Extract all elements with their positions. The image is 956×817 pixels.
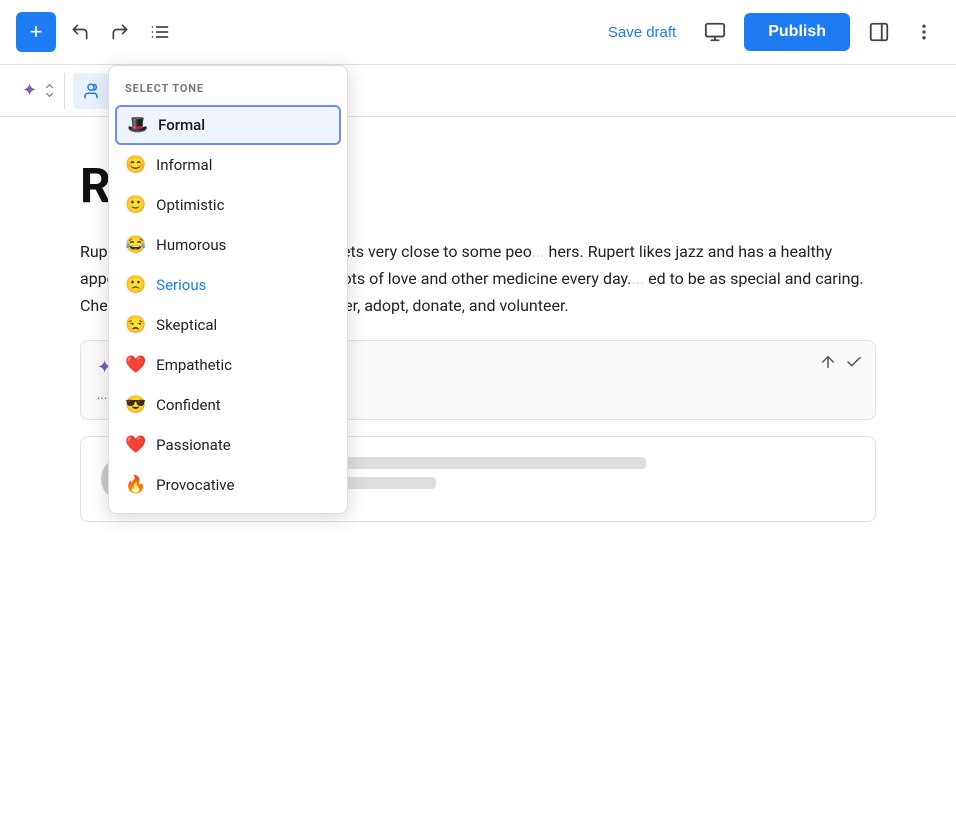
redo-button[interactable] bbox=[104, 16, 136, 48]
toolbar-left: + bbox=[16, 12, 590, 52]
tone-label-humorous: Humorous bbox=[156, 236, 226, 254]
tone-list: 🎩 Formal 😊 Informal 🙂 Optimistic 😂 Humorous 🙁 Ser… bbox=[109, 105, 347, 505]
tone-dropdown: SELECT TONE 🎩 Formal 😊 Informal 🙂 Optimistic 😂… bbox=[108, 65, 348, 514]
list-view-button[interactable] bbox=[144, 16, 176, 48]
ai-sparkle-button[interactable]: ✦ bbox=[16, 74, 43, 107]
tone-item-serious[interactable]: 🙁 Serious bbox=[109, 265, 347, 305]
check-icon bbox=[845, 353, 863, 371]
ai-upload-button[interactable] bbox=[819, 353, 837, 376]
ai-accept-button[interactable] bbox=[845, 353, 863, 376]
tone-label-optimistic: Optimistic bbox=[156, 196, 224, 214]
chevron-down-icon bbox=[46, 90, 53, 97]
sidebar-toggle-button[interactable] bbox=[862, 15, 896, 49]
tone-emoji-provocative: 🔥 bbox=[125, 475, 146, 495]
tone-emoji-formal: 🎩 bbox=[127, 115, 148, 135]
ai-persona-button[interactable] bbox=[73, 73, 109, 109]
more-options-button[interactable] bbox=[908, 16, 940, 48]
publish-button[interactable]: Publish bbox=[744, 13, 850, 51]
tone-label-passionate: Passionate bbox=[156, 436, 231, 454]
tone-item-informal[interactable]: 😊 Informal bbox=[109, 145, 347, 185]
tone-item-optimistic[interactable]: 🙂 Optimistic bbox=[109, 185, 347, 225]
tone-item-humorous[interactable]: 😂 Humorous bbox=[109, 225, 347, 265]
more-icon bbox=[914, 22, 934, 42]
tone-item-passionate[interactable]: ❤️ Passionate bbox=[109, 425, 347, 465]
person-wave-icon bbox=[82, 82, 100, 100]
tone-emoji-serious: 🙁 bbox=[125, 275, 146, 295]
undo-button[interactable] bbox=[64, 16, 96, 48]
tone-item-confident[interactable]: 😎 Confident bbox=[109, 385, 347, 425]
add-button[interactable]: + bbox=[16, 12, 56, 52]
tone-emoji-humorous: 😂 bbox=[125, 235, 146, 255]
tone-label-skeptical: Skeptical bbox=[156, 316, 217, 334]
tone-emoji-optimistic: 🙂 bbox=[125, 195, 146, 215]
monitor-icon bbox=[704, 21, 726, 43]
tone-label-informal: Informal bbox=[156, 156, 212, 174]
tone-emoji-confident: 😎 bbox=[125, 395, 146, 415]
tone-emoji-informal: 😊 bbox=[125, 155, 146, 175]
tone-item-empathetic[interactable]: ❤️ Empathetic bbox=[109, 345, 347, 385]
toolbar-right: Save draft Publish bbox=[598, 13, 940, 51]
save-draft-button[interactable]: Save draft bbox=[598, 18, 686, 47]
dropdown-header: SELECT TONE bbox=[109, 74, 347, 105]
tone-item-skeptical[interactable]: 😒 Skeptical bbox=[109, 305, 347, 345]
ai-suggestion-actions bbox=[819, 353, 863, 376]
tone-label-serious: Serious bbox=[156, 276, 206, 294]
tone-emoji-empathetic: ❤️ bbox=[125, 355, 146, 375]
upload-icon bbox=[819, 353, 837, 371]
monitor-button[interactable] bbox=[698, 15, 732, 49]
top-toolbar: + Save draft Publish bbox=[0, 0, 956, 65]
list-icon bbox=[150, 22, 170, 42]
tone-item-provocative[interactable]: 🔥 Provocative bbox=[109, 465, 347, 505]
tone-item-formal[interactable]: 🎩 Formal bbox=[115, 105, 341, 145]
sidebar-icon bbox=[868, 21, 890, 43]
tone-emoji-skeptical: 😒 bbox=[125, 315, 146, 335]
tone-label-formal: Formal bbox=[158, 116, 205, 134]
tone-label-provocative: Provocative bbox=[156, 476, 234, 494]
tone-label-empathetic: Empathetic bbox=[156, 356, 232, 374]
second-toolbar: ✦ Try Again ⋮ SELECT TONE 🎩Formal😊Inform… bbox=[0, 65, 956, 117]
tone-emoji-passionate: ❤️ bbox=[125, 435, 146, 455]
undo-icon bbox=[70, 22, 90, 42]
tone-label-confident: Confident bbox=[156, 396, 221, 414]
redo-icon bbox=[110, 22, 130, 42]
collapse-expand-button[interactable] bbox=[47, 85, 52, 96]
